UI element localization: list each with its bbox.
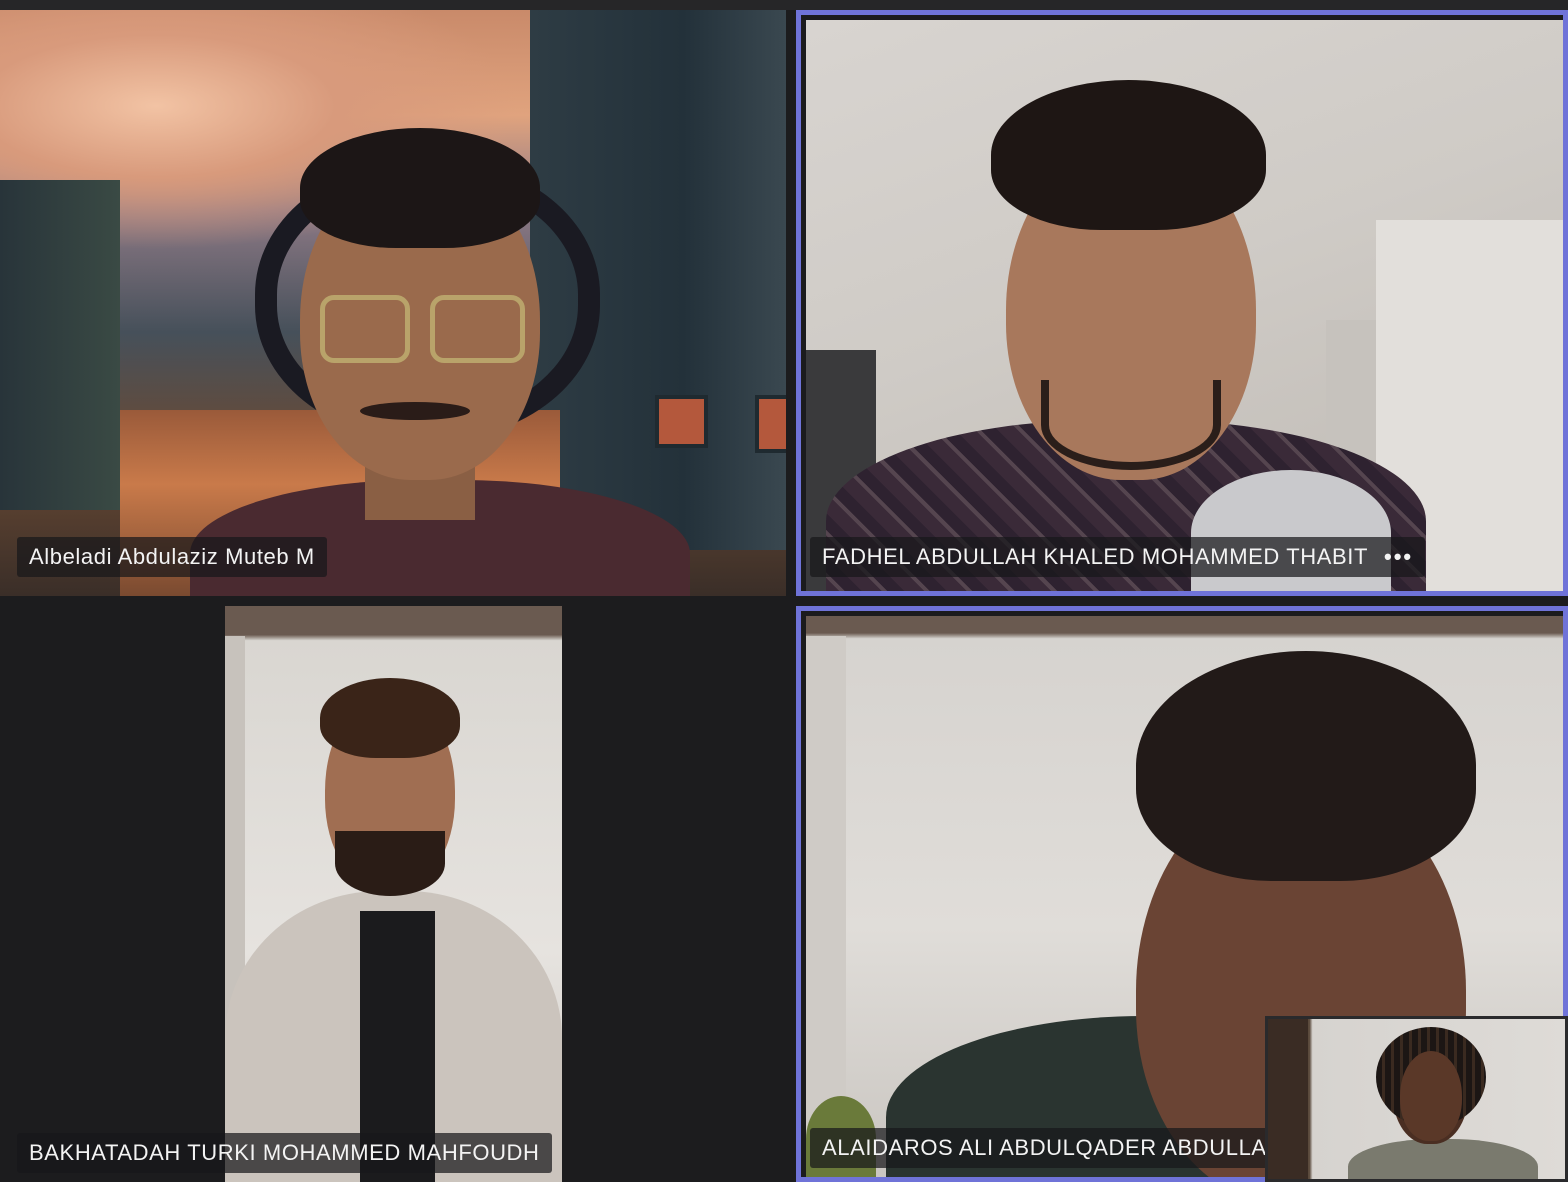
participant-tile-3[interactable]: BAKHATADAH TURKI MOHAMMED MAHFOUDH [0,606,786,1182]
background-window [1268,1019,1308,1179]
beard [1041,380,1221,470]
person-hair [1136,651,1476,881]
background-window-red [755,395,786,453]
person-face [1400,1051,1462,1141]
top-bar [0,0,1568,10]
person-hair [320,678,460,758]
participant-name-1: Albeladi Abdulaziz Muteb M [17,537,327,577]
participant-name-4: ALAIDAROS ALI ABDULQADER ABDULLAH [810,1128,1296,1168]
self-view-video [1268,1019,1565,1179]
background-building-left [0,180,120,510]
video-gallery: Albeladi Abdulaziz Muteb M FADHEL ABDULL… [0,0,1568,1182]
participant-tile-2[interactable]: FADHEL ABDULLAH KHALED MOHAMMED THABIT ••… [796,10,1568,596]
participant-name-2-text: FADHEL ABDULLAH KHALED MOHAMMED THABIT [822,544,1369,569]
background-window-red [655,395,708,448]
glasses [320,295,410,363]
beard [335,831,445,896]
glasses [430,295,525,363]
participant-video-1 [0,10,786,596]
person-hair [300,128,540,248]
participant-video-3 [225,606,562,1182]
participant-video-2 [806,20,1568,596]
person-sleeve [1191,470,1391,596]
participant-tile-1[interactable]: Albeladi Abdulaziz Muteb M [0,10,786,596]
self-view-thumbnail[interactable] [1265,1016,1568,1182]
person-hoodie [1348,1139,1538,1179]
person-hair [991,80,1266,230]
mustache [360,402,470,420]
participant-name-3: BAKHATADAH TURKI MOHAMMED MAHFOUDH [17,1133,552,1173]
participant-name-2: FADHEL ABDULLAH KHALED MOHAMMED THABIT ••… [810,537,1426,577]
more-dots-icon[interactable]: ••• [1384,537,1413,577]
